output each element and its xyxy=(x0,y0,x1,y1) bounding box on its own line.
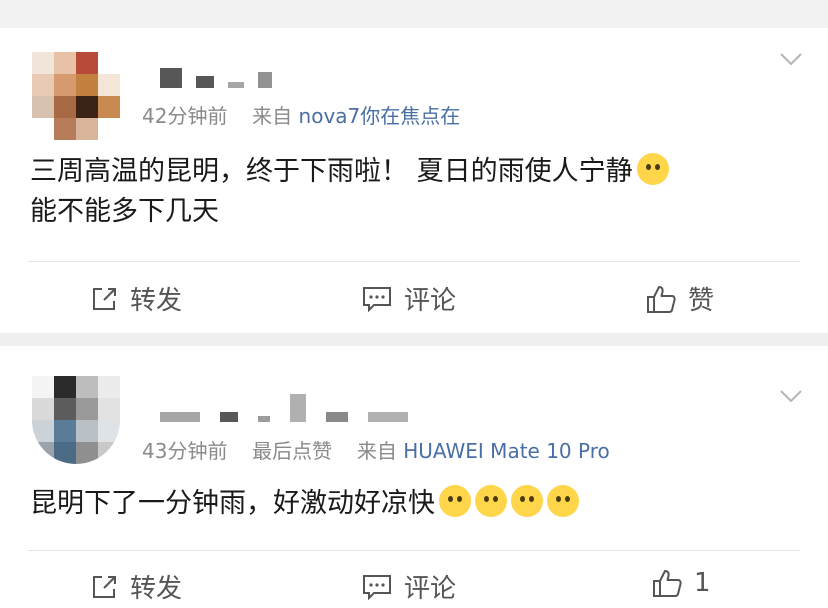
post-time: 43分钟前 xyxy=(142,439,228,463)
avatar[interactable] xyxy=(32,52,120,140)
post-text: 三周高温的昆明，终于下雨啦！ 夏日的雨使人宁静 能不能多下几天 xyxy=(30,152,798,232)
repost-button[interactable]: 转发 xyxy=(90,568,182,605)
from-label: 来自 xyxy=(252,104,293,128)
repost-button[interactable]: 转发 xyxy=(90,280,182,317)
post-source[interactable]: HUAWEI Mate 10 Pro xyxy=(403,439,609,463)
like-button[interactable]: 1 xyxy=(652,568,711,598)
comment-label: 评论 xyxy=(404,574,457,604)
comment-label: 评论 xyxy=(404,286,457,316)
edit-icon xyxy=(93,287,116,310)
last-liked-label: 最后点赞 xyxy=(252,439,333,463)
post-meta: 43分钟前 最后点赞 来自 HUAWEI Mate 10 Pro xyxy=(142,435,610,464)
top-strip xyxy=(0,0,828,28)
post-text-line2: 能不能多下几天 xyxy=(30,196,219,227)
username-blurred[interactable] xyxy=(160,68,272,88)
thumbs-up-icon xyxy=(647,285,676,313)
from-label: 来自 xyxy=(356,439,397,463)
like-label: 赞 xyxy=(688,286,715,316)
emoji-icon xyxy=(511,485,543,517)
post-time: 42分钟前 xyxy=(142,104,228,128)
post-text: 昆明下了一分钟雨，好激动好凉快 xyxy=(30,484,798,524)
emoji-icon xyxy=(547,485,579,517)
divider xyxy=(28,550,800,551)
comment-icon xyxy=(363,574,391,600)
divider xyxy=(28,261,800,262)
post-meta: 42分钟前 来自 nova7你在焦点在 xyxy=(142,100,460,129)
comment-icon xyxy=(363,286,391,312)
thumbs-up-icon xyxy=(653,570,682,597)
edit-icon xyxy=(93,575,116,598)
post-card[interactable]: 42分钟前 来自 nova7你在焦点在 三周高温的昆明，终于下雨啦！ 夏日的雨使… xyxy=(0,28,828,333)
post-text-line1: 三周高温的昆明，终于下雨啦！ 夏日的雨使人宁静 xyxy=(30,156,633,187)
username-blurred[interactable] xyxy=(160,394,408,422)
post-card[interactable]: 43分钟前 最后点赞 来自 HUAWEI Mate 10 Pro 昆明下了一分钟… xyxy=(0,346,828,608)
emoji-icon xyxy=(439,485,471,517)
chevron-down-icon[interactable] xyxy=(780,53,802,67)
emoji-icon xyxy=(475,485,507,517)
like-button[interactable]: 赞 xyxy=(646,280,714,317)
comment-button[interactable]: 评论 xyxy=(362,568,456,605)
emoji-icon xyxy=(636,153,669,185)
comment-button[interactable]: 评论 xyxy=(362,280,456,317)
avatar[interactable] xyxy=(32,376,120,464)
repost-label: 转发 xyxy=(130,286,183,316)
repost-label: 转发 xyxy=(130,574,183,604)
post-text-line1: 昆明下了一分钟雨，好激动好凉快 xyxy=(30,488,435,519)
chevron-down-icon[interactable] xyxy=(780,390,802,404)
like-count: 1 xyxy=(694,568,711,598)
card-separator xyxy=(0,333,828,346)
post-source[interactable]: nova7你在焦点在 xyxy=(299,104,461,128)
